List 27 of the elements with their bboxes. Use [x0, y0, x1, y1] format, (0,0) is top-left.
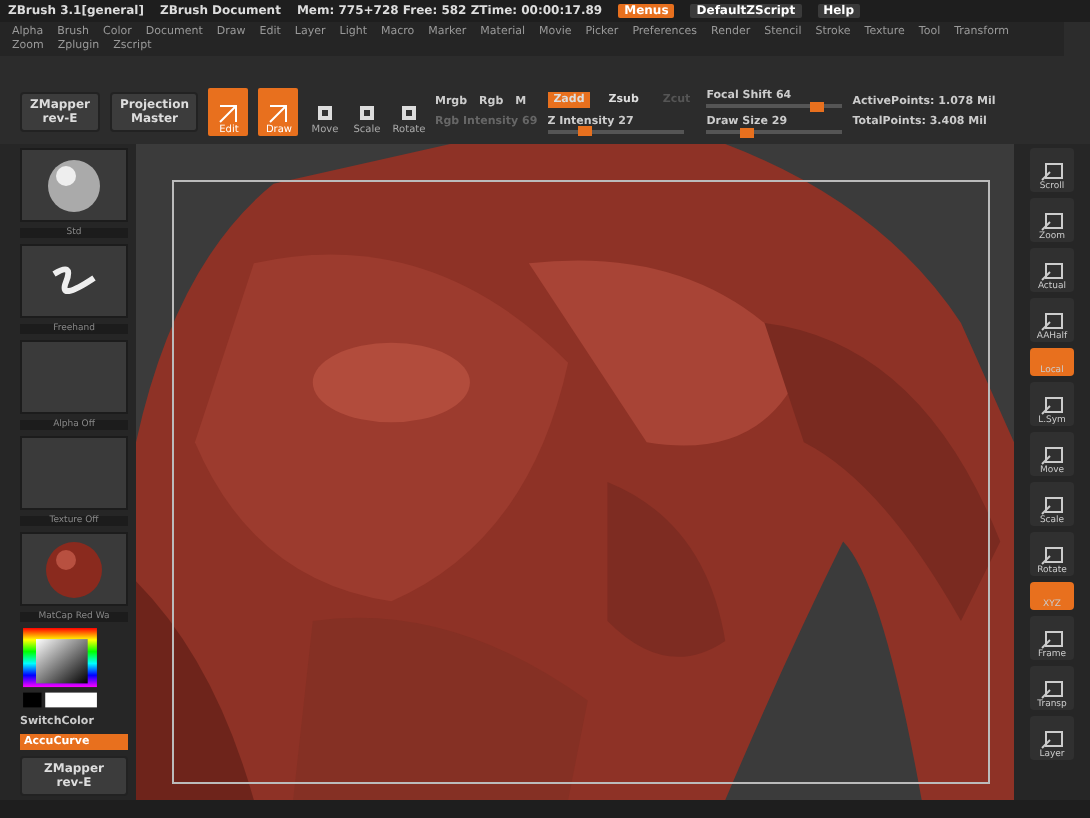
frame-brush-icon: [1040, 446, 1064, 466]
thumbnail-slot[interactable]: [20, 532, 128, 607]
thumbnail-slot[interactable]: [20, 244, 128, 319]
frame-brush-icon: [1040, 212, 1064, 232]
slider-thumb[interactable]: [740, 127, 755, 137]
frame-brush-icon: [1040, 162, 1064, 182]
square-icon: [314, 104, 335, 124]
thumbnail-slot[interactable]: [20, 340, 128, 415]
color-picker[interactable]: [20, 628, 100, 710]
frame-brush-icon: [1040, 630, 1064, 650]
square-icon: [356, 104, 377, 124]
frame-brush-icon: [1040, 546, 1064, 566]
pen-arrow-icon: [268, 104, 289, 124]
frame-brush-icon: [1040, 680, 1064, 700]
frame-brush-icon: [1040, 262, 1064, 282]
thumbnail-slot[interactable]: [20, 148, 128, 223]
frame-brush-icon: [1040, 312, 1064, 332]
frame-brush-icon: [1040, 396, 1064, 416]
pen-arrow-icon: [218, 104, 239, 124]
sphere-icon: [46, 157, 102, 214]
frame-brush-icon: [1040, 730, 1064, 750]
slider-thumb[interactable]: [810, 101, 825, 111]
square-icon: [398, 104, 419, 124]
material-sphere-icon: [44, 539, 104, 600]
thumbnail-slot[interactable]: [20, 436, 128, 511]
frame-brush-icon: [1040, 496, 1064, 516]
slider-thumb[interactable]: [577, 126, 592, 136]
